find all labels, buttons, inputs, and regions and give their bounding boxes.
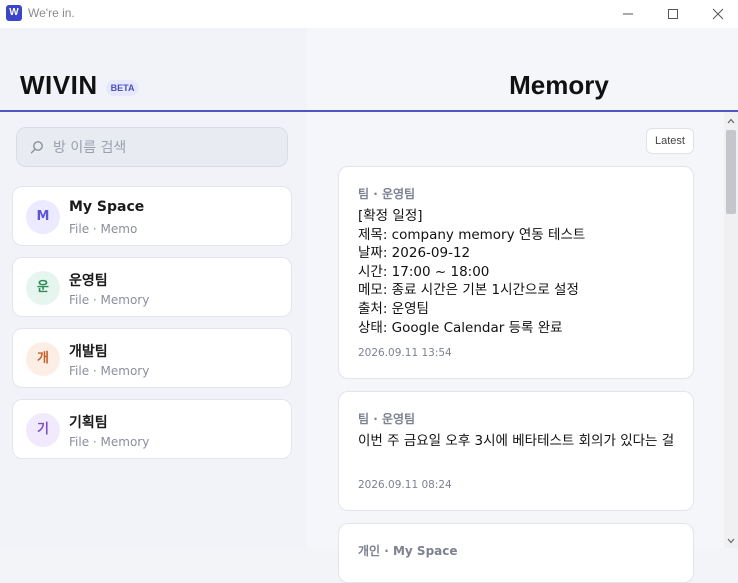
room-name: 기획팀 (69, 415, 108, 431)
avatar: M (26, 200, 60, 234)
chevron-up-icon (727, 118, 735, 124)
search-icon (30, 141, 43, 154)
room-item-my-space[interactable]: M My Space File · Memo (12, 186, 292, 246)
room-item-operations[interactable]: 운 운영팀 File · Memory (12, 257, 292, 317)
search-input[interactable] (51, 136, 275, 160)
avatar: 개 (26, 342, 60, 376)
sort-latest-button[interactable]: Latest (646, 128, 694, 154)
memory-card[interactable]: 팀 · 운영팀 이번 주 금요일 오후 3시에 베타테스트 회의가 있다는 걸 … (338, 391, 694, 511)
room-subtitle: File · Memory (69, 364, 150, 378)
scrollbar[interactable] (724, 112, 738, 548)
room-subtitle: File · Memory (69, 293, 150, 307)
room-item-planning[interactable]: 기 기획팀 File · Memory (12, 399, 292, 459)
window-title: We're in. (28, 6, 75, 20)
card-timestamp: 2026.09.11 08:24 (358, 479, 452, 491)
room-name: 개발팀 (69, 344, 108, 360)
brand-name: WIVIN (20, 70, 98, 100)
app-logo-icon: W (6, 5, 22, 21)
close-button[interactable] (695, 0, 738, 28)
scroll-down-button[interactable] (724, 534, 738, 548)
page-title: Memory (509, 70, 609, 100)
title-bar: W We're in. (0, 0, 738, 28)
room-subtitle: File · Memo (69, 222, 138, 236)
minimize-button[interactable] (605, 0, 651, 28)
card-content: [확정 일정] 제목: company memory 연동 테스트 날짜: 20… (358, 208, 586, 336)
minimize-icon (623, 13, 633, 15)
room-name: My Space (69, 199, 145, 215)
room-subtitle: File · Memory (69, 435, 150, 449)
beta-badge: BETA (105, 79, 140, 96)
memory-card[interactable]: 개인 · My Space (338, 523, 694, 583)
header-divider (0, 110, 738, 112)
room-item-development[interactable]: 개 개발팀 File · Memory (12, 328, 292, 388)
card-timestamp: 2026.09.11 13:54 (358, 347, 452, 359)
maximize-icon (668, 9, 678, 19)
card-content: 이번 주 금요일 오후 3시에 베타테스트 회의가 있다는 걸 (358, 433, 675, 449)
card-source: 개인 · My Space (358, 544, 458, 558)
scroll-thumb[interactable] (726, 130, 736, 214)
close-icon (712, 8, 724, 20)
scroll-up-button[interactable] (724, 114, 738, 128)
avatar: 운 (26, 271, 60, 305)
avatar: 기 (26, 413, 60, 447)
room-search[interactable] (16, 127, 288, 167)
chevron-down-icon (727, 538, 735, 544)
memory-card[interactable]: 팀 · 운영팀 [확정 일정] 제목: company memory 연동 테스… (338, 166, 694, 379)
brand: WIVIN BETA (20, 70, 140, 101)
maximize-button[interactable] (650, 0, 696, 28)
room-name: 운영팀 (69, 273, 108, 289)
card-source: 팀 · 운영팀 (358, 412, 416, 426)
card-source: 팀 · 운영팀 (358, 187, 416, 201)
